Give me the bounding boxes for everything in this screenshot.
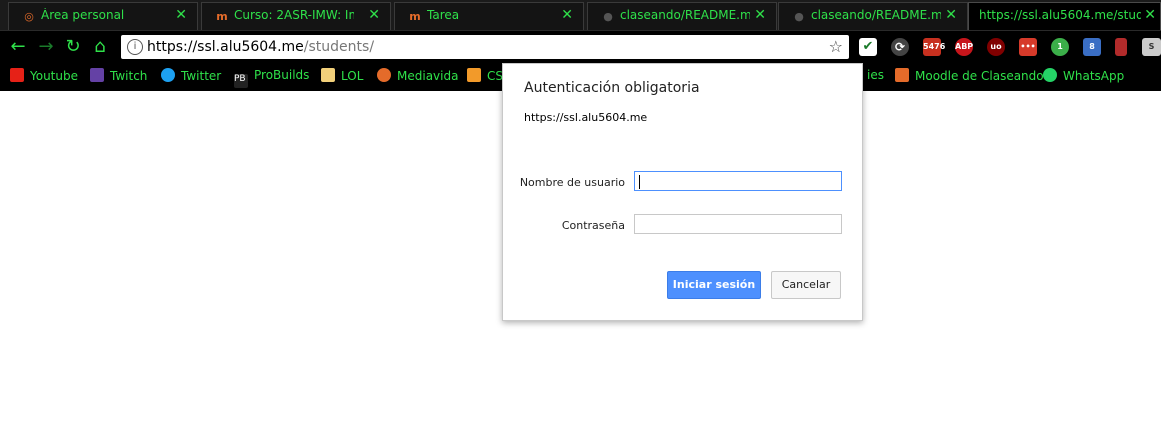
close-icon[interactable]: ✕ — [561, 7, 573, 23]
twitter-icon — [161, 68, 175, 82]
home-icon[interactable]: ⌂ — [90, 37, 110, 57]
tab-readme-2[interactable]: ● claseando/README.md ✕ — [778, 2, 968, 30]
probuilds-icon: PB — [234, 74, 248, 88]
dialog-url: https://ssl.alu5604.me — [524, 111, 648, 124]
dialog-title: Autenticación obligatoria — [524, 80, 700, 96]
dots-icon[interactable]: ••• — [1019, 38, 1037, 56]
auth-dialog: Autenticación obligatoria https://ssl.al… — [502, 63, 863, 321]
bookmark-twitch[interactable]: Twitch — [90, 68, 147, 86]
tab-title: Área personal — [41, 8, 125, 22]
github-icon: ● — [794, 10, 804, 23]
tab-title: claseando/README.md — [811, 8, 941, 22]
text-caret — [639, 175, 640, 189]
tab-curso[interactable]: m Curso: 2ASR-IMW: Impla ✕ — [201, 2, 391, 30]
cs-icon — [467, 68, 481, 82]
s-icon[interactable]: S — [1142, 38, 1161, 56]
password-field[interactable] — [634, 214, 842, 234]
tab-title: https://ssl.alu5604.me/stude — [979, 8, 1141, 22]
github-icon: ● — [603, 10, 613, 23]
tab-title: Tarea — [427, 8, 460, 22]
moodle-icon: m — [216, 10, 228, 23]
bookmark-red-icon[interactable] — [1115, 38, 1127, 56]
close-icon[interactable]: ✕ — [1144, 7, 1156, 23]
back-arrow-icon[interactable]: ← — [8, 37, 28, 57]
abp-icon[interactable]: ABP — [955, 38, 973, 56]
bookmark-twitter[interactable]: Twitter — [161, 68, 221, 86]
close-icon[interactable]: ✕ — [754, 7, 766, 23]
username-label: Nombre de usuario — [519, 176, 625, 189]
bookmark-moodle[interactable]: Moodle de Claseando — [895, 68, 1044, 86]
close-icon[interactable]: ✕ — [945, 7, 957, 23]
forward-arrow-icon[interactable]: → — [36, 37, 56, 57]
stack-icon[interactable]: 8 — [1083, 38, 1101, 56]
pushbullet-icon[interactable]: 1 — [1051, 38, 1069, 56]
bookmark-probuilds[interactable]: PB ProBuilds — [234, 68, 309, 88]
folder-icon — [321, 68, 335, 82]
address-url: https://ssl.alu5604.me/students/ — [147, 39, 375, 55]
bookmark-ies[interactable]: ies — [867, 68, 884, 86]
address-bar[interactable]: i https://ssl.alu5604.me/students/ ☆ — [121, 35, 849, 59]
reload-icon[interactable]: ↻ — [63, 37, 83, 57]
moodle-icon: m — [409, 10, 421, 23]
sync-icon[interactable]: ⟳ — [891, 38, 909, 56]
ublock-icon[interactable]: uo — [987, 38, 1005, 56]
moodle-icon — [895, 68, 909, 82]
close-icon[interactable]: ✕ — [175, 7, 187, 23]
youtube-icon — [10, 68, 24, 82]
cancel-button[interactable]: Cancelar — [771, 271, 841, 299]
tab-area-personal[interactable]: ◎ Área personal ✕ — [8, 2, 198, 30]
bookmark-mediavida[interactable]: Mediavida — [377, 68, 458, 86]
bookmark-youtube[interactable]: Youtube — [10, 68, 78, 86]
info-icon[interactable]: i — [127, 39, 143, 55]
star-icon[interactable]: ☆ — [829, 37, 843, 56]
tab-active-students[interactable]: https://ssl.alu5604.me/stude ✕ — [968, 2, 1161, 30]
tab-tarea[interactable]: m Tarea ✕ — [394, 2, 584, 30]
username-field[interactable] — [634, 171, 842, 191]
password-label: Contraseña — [561, 219, 625, 232]
close-icon[interactable]: ✕ — [368, 7, 380, 23]
mediavida-icon — [377, 68, 391, 82]
gmail-icon[interactable]: 5476 — [923, 38, 945, 56]
check-icon[interactable]: ✔ — [859, 38, 877, 56]
tab-title: claseando/README.md — [620, 8, 750, 22]
login-button[interactable]: Iniciar sesión — [667, 271, 761, 299]
whatsapp-icon — [1043, 68, 1057, 82]
bookmark-lol[interactable]: LOL — [321, 68, 363, 86]
tab-title: Curso: 2ASR-IMW: Impla — [234, 8, 354, 22]
moodle-circle-icon: ◎ — [24, 10, 34, 23]
tab-strip: ◎ Área personal ✕ m Curso: 2ASR-IMW: Imp… — [0, 0, 1161, 31]
bookmark-whatsapp[interactable]: WhatsApp — [1043, 68, 1124, 86]
bookmark-cs[interactable]: CS — [467, 68, 503, 86]
twitch-icon — [90, 68, 104, 82]
tab-readme-1[interactable]: ● claseando/README.md ✕ — [587, 2, 777, 30]
